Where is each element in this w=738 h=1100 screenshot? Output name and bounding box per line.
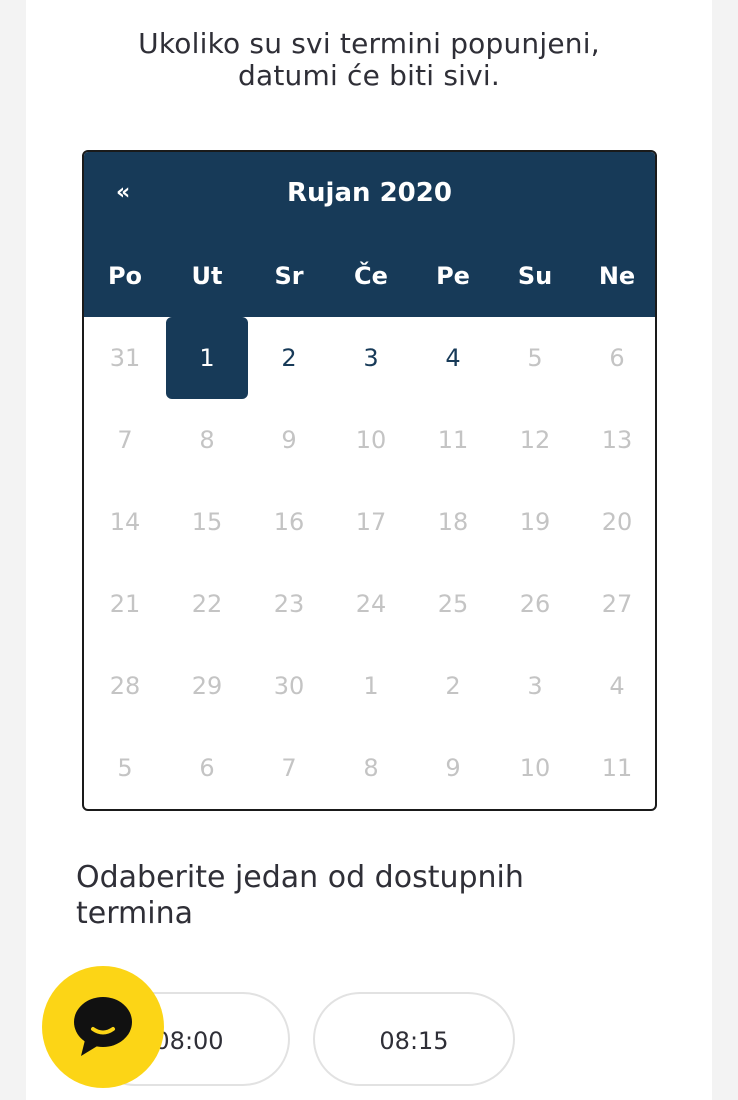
calendar-day-disabled: 19 (519, 508, 551, 536)
calendar-day-disabled: 11 (601, 754, 633, 782)
calendar-header: « Rujan 2020 Po Ut Sr Če Pe Su Ne (84, 152, 655, 317)
calendar-day-selected[interactable]: 1 (166, 317, 248, 399)
intro-line-1: Ukoliko su svi termini popunjeni, (138, 27, 600, 60)
calendar-day-disabled: 11 (437, 426, 469, 454)
calendar-day-disabled: 9 (445, 754, 461, 782)
calendar-day-disabled: 6 (609, 344, 625, 372)
weekday-ut: Ut (191, 262, 223, 290)
calendar-day-disabled: 5 (117, 754, 133, 782)
calendar-day-disabled: 7 (281, 754, 297, 782)
chat-button[interactable] (42, 966, 164, 1088)
calendar-day-disabled: 26 (519, 590, 551, 618)
weekday-sr: Sr (274, 262, 304, 290)
calendar-day-disabled: 8 (199, 426, 215, 454)
calendar-day-disabled: 16 (273, 508, 305, 536)
time-slot-0815[interactable]: 08:15 (313, 992, 515, 1086)
weekday-row: Po Ut Sr Če Pe Su Ne (84, 256, 655, 296)
calendar-day-disabled: 18 (437, 508, 469, 536)
calendar-day-disabled: 1 (363, 672, 379, 700)
calendar-day-available[interactable]: 3 (330, 317, 412, 399)
calendar-day-disabled: 10 (355, 426, 387, 454)
calendar-day-available[interactable]: 4 (412, 317, 494, 399)
day-grid: 31 1 2 3 4 5 6 7 8 9 10 11 12 13 14 15 16 17 18 19 20 21 22 23 2… (84, 317, 655, 809)
calendar-day-disabled: 23 (273, 590, 305, 618)
calendar-day-disabled: 5 (527, 344, 543, 372)
calendar-day-disabled: 12 (519, 426, 551, 454)
calendar-day-disabled: 17 (355, 508, 387, 536)
calendar-day-disabled: 9 (281, 426, 297, 454)
calendar-day-disabled: 29 (191, 672, 223, 700)
slots-title: Odaberite jedan od dostupnih termina (76, 860, 524, 931)
calendar-day-disabled: 31 (109, 344, 141, 372)
calendar-day-available[interactable]: 2 (248, 317, 330, 399)
calendar-day-disabled: 10 (519, 754, 551, 782)
weekday-po: Po (107, 262, 143, 290)
calendar-day-disabled: 25 (437, 590, 469, 618)
calendar-day-disabled: 24 (355, 590, 387, 618)
calendar-day-disabled: 2 (445, 672, 461, 700)
calendar-day-disabled: 21 (109, 590, 141, 618)
weekday-ce: Če (354, 262, 388, 290)
chat-bubble-icon (74, 997, 132, 1056)
calendar-day-disabled: 20 (601, 508, 633, 536)
calendar-day-disabled: 8 (363, 754, 379, 782)
calendar: « Rujan 2020 Po Ut Sr Če Pe Su Ne 31 1 2 3 4… (82, 150, 657, 811)
calendar-day-disabled: 6 (199, 754, 215, 782)
calendar-day-disabled: 4 (609, 672, 625, 700)
intro-line-2: datumi će biti sivi. (238, 59, 500, 92)
month-title: Rujan 2020 (287, 178, 452, 208)
calendar-day-disabled: 28 (109, 672, 141, 700)
calendar-day-disabled: 22 (191, 590, 223, 618)
calendar-day-disabled: 13 (601, 426, 633, 454)
weekday-pe: Pe (436, 262, 470, 290)
calendar-day-disabled: 3 (527, 672, 543, 700)
calendar-day-disabled: 27 (601, 590, 633, 618)
calendar-day-disabled: 15 (191, 508, 223, 536)
weekday-ne: Ne (598, 262, 636, 290)
intro-text: Ukoliko su svi termini popunjeni, datumi… (26, 28, 712, 92)
calendar-day-disabled: 7 (117, 426, 133, 454)
calendar-day-disabled: 14 (109, 508, 141, 536)
calendar-day-disabled: 30 (273, 672, 305, 700)
weekday-su: Su (517, 262, 553, 290)
